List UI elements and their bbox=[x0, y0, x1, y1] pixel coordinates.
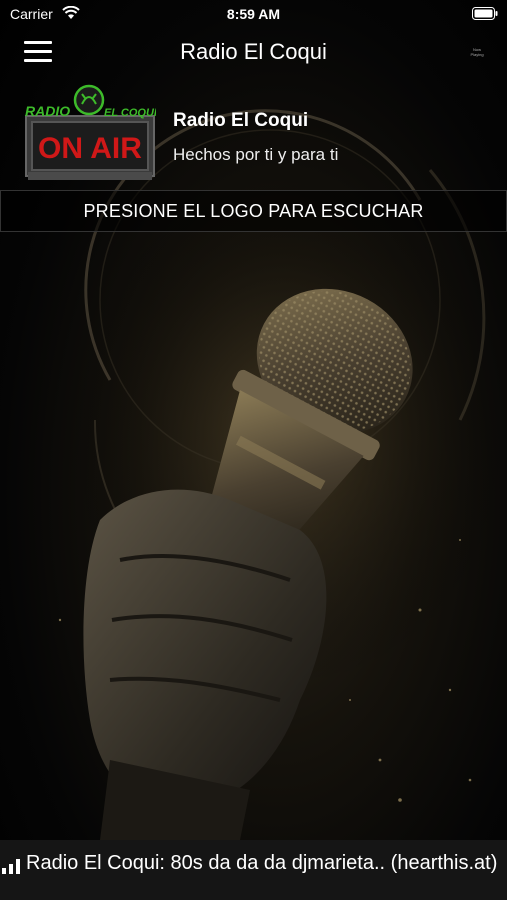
radio-el-coqui-logo: RADIO EL COQUI ON AIR bbox=[25, 84, 158, 180]
ticker-text: Radio El Coqui: 80s da da da djmarieta..… bbox=[26, 852, 498, 874]
now-playing-ticker[interactable]: Radio El Coqui: 80s da da da djmarieta..… bbox=[0, 840, 507, 900]
station-logo-button[interactable]: RADIO EL COQUI ON AIR bbox=[22, 84, 158, 182]
now-playing-button[interactable]: Now Playing bbox=[470, 47, 484, 57]
signal-bars-icon bbox=[2, 859, 20, 874]
status-bar: Carrier 8:59 AM bbox=[0, 0, 507, 28]
logo-on-air-text: ON AIR bbox=[38, 132, 142, 165]
navigation-bar: Radio El Coqui Now Playing bbox=[0, 28, 507, 76]
logo-coqui-text: EL COQUI bbox=[104, 107, 156, 119]
listen-prompt: PRESIONE EL LOGO PARA ESCUCHAR bbox=[0, 190, 507, 232]
station-name: Radio El Coqui bbox=[173, 110, 309, 131]
logo-radio-text: RADIO bbox=[25, 103, 70, 119]
station-slogan: Hechos por ti y para ti bbox=[173, 145, 339, 164]
status-time: 8:59 AM bbox=[226, 6, 281, 22]
battery-icon bbox=[472, 7, 498, 20]
nav-title: Radio El Coqui bbox=[180, 39, 327, 64]
